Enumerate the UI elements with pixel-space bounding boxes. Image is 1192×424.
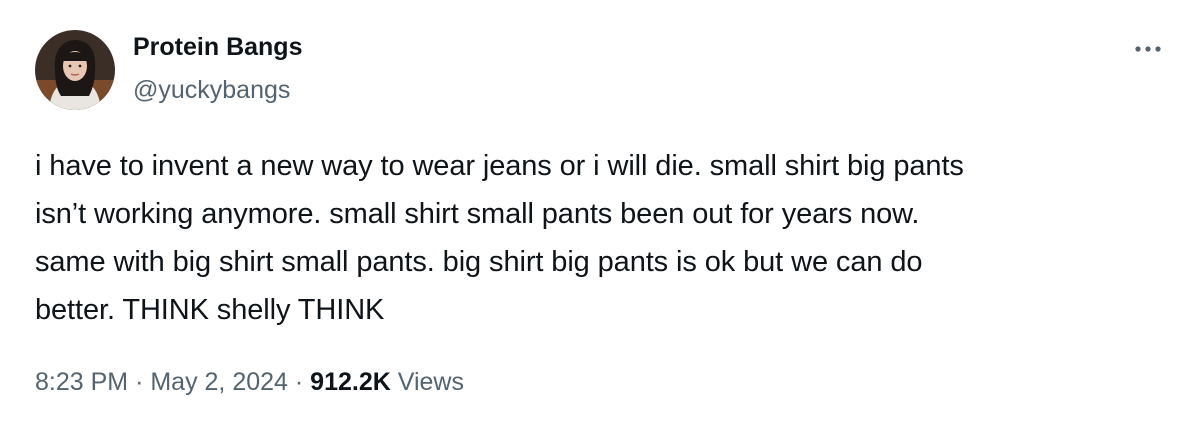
views-count[interactable]: 912.2K bbox=[310, 368, 391, 396]
more-horizontal-icon bbox=[1135, 46, 1161, 52]
profile-photo-icon bbox=[35, 30, 115, 110]
tweet-text: i have to invent a new way to wear jeans… bbox=[35, 150, 964, 326]
avatar[interactable] bbox=[35, 30, 115, 110]
author-handle[interactable]: @yuckybangs bbox=[133, 76, 290, 105]
author-name[interactable]: Protein Bangs bbox=[133, 33, 302, 62]
meta-separator: · bbox=[294, 368, 304, 396]
views-label[interactable]: Views bbox=[398, 368, 464, 396]
tweet-card: Protein Bangs @yuckybangs i have to inve… bbox=[0, 0, 1192, 424]
tweet-meta: 8:23 PM · May 2, 2024 · 912.2K Views bbox=[35, 368, 464, 397]
tweet-time[interactable]: 8:23 PM bbox=[35, 368, 128, 396]
more-options-button[interactable] bbox=[1126, 36, 1170, 62]
meta-separator: · bbox=[135, 368, 144, 396]
tweet-date[interactable]: May 2, 2024 bbox=[150, 368, 288, 396]
